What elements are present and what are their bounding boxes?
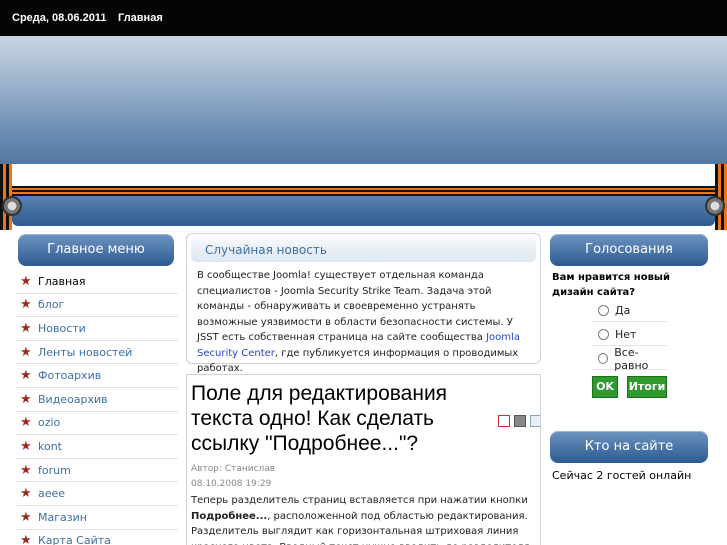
who-online-header: Кто на сайте	[550, 431, 708, 463]
header-banner	[0, 36, 727, 164]
medal-right-icon	[705, 196, 725, 216]
vote-button[interactable]: OK	[592, 376, 618, 398]
article-tools	[498, 415, 540, 429]
menu-item-kont[interactable]: ★ kont	[16, 435, 178, 459]
poll-option-label: Все-равно	[614, 345, 649, 372]
star-icon: ★	[20, 509, 32, 525]
star-icon: ★	[20, 438, 32, 454]
menu-item-forum[interactable]: ★ forum	[16, 459, 178, 483]
star-icon: ★	[20, 462, 32, 478]
menu-item-label: Магазин	[38, 510, 87, 524]
star-icon: ★	[20, 344, 32, 360]
star-icon: ★	[20, 415, 32, 431]
star-icon: ★	[20, 368, 32, 384]
menu-item-label: блог	[38, 298, 65, 312]
menu-item-newsfeeds[interactable]: ★ Ленты новостей	[16, 341, 178, 365]
who-online-text: Сейчас 2 гостей онлайн	[552, 469, 692, 482]
radio-button[interactable]	[598, 329, 609, 340]
menu-item-photo-archive[interactable]: ★ Фотоархив	[16, 364, 178, 388]
article-body-start: Теперь разделитель страниц вставляется п…	[191, 495, 528, 506]
menu-item-shop[interactable]: ★ Магазин	[16, 506, 178, 530]
random-news-text-start: В сообществе Joomla! существует отдельна…	[197, 270, 513, 343]
menu-item-label: Карта Сайта	[38, 534, 111, 545]
menu-item-blog[interactable]: ★ блог	[16, 294, 178, 318]
nav-bar	[12, 196, 715, 226]
menu-item-home[interactable]: ★ Главная	[16, 270, 178, 294]
email-icon[interactable]	[530, 415, 540, 427]
home-link[interactable]: Главная	[118, 12, 163, 24]
article-body-bold: Подробнее...	[191, 510, 268, 522]
print-icon[interactable]	[514, 415, 526, 427]
star-icon: ★	[20, 533, 32, 545]
menu-item-sitemap[interactable]: ★ Карта Сайта	[16, 530, 178, 545]
menu-item-label: forum	[38, 463, 71, 477]
menu-item-label: Фотоархив	[38, 369, 102, 383]
random-news-header: Случайная новость	[191, 238, 536, 262]
article-body: Теперь разделитель страниц вставляется п…	[191, 493, 539, 545]
poll-option-label: Да	[615, 304, 631, 317]
random-news-module: Случайная новость В сообществе Joomla! с…	[186, 233, 541, 374]
poll-option-no[interactable]: Нет	[592, 324, 668, 346]
menu-item-label: Главная	[38, 274, 86, 288]
radio-button[interactable]	[598, 353, 609, 364]
star-icon: ★	[20, 486, 32, 502]
top-bar: Среда, 08.06.2011 Главная	[0, 0, 727, 36]
main-menu-header: Главное меню	[18, 234, 174, 266]
menu-item-label: Ленты новостей	[38, 345, 133, 359]
radio-button[interactable]	[598, 305, 609, 316]
menu-item-label: ozio	[38, 416, 61, 430]
results-button[interactable]: Итоги	[627, 376, 667, 398]
poll-question: Вам нравится новый дизайн сайта?	[552, 272, 670, 298]
article-title[interactable]: Поле для редактирования текста одно! Как…	[191, 381, 481, 456]
poll-option-whatever[interactable]: Все-равно	[592, 345, 668, 372]
menu-item-ozio[interactable]: ★ ozio	[16, 412, 178, 436]
poll-option-label: Нет	[615, 328, 637, 341]
main-menu: ★ Главная ★ блог ★ Новости ★ Ленты новостей …	[16, 270, 178, 545]
article-author: Автор: Станислав	[191, 464, 276, 474]
pdf-icon[interactable]	[498, 415, 510, 427]
star-icon: ★	[20, 320, 32, 336]
menu-item-label: Видеоархив	[38, 392, 108, 406]
menu-item-label: Новости	[38, 321, 86, 335]
current-date: Среда, 08.06.2011	[12, 12, 107, 24]
menu-item-aeee[interactable]: ★ аеее	[16, 482, 178, 506]
menu-item-label: kont	[38, 439, 62, 453]
star-icon: ★	[20, 297, 32, 313]
article-date: 08.10.2008 19:29	[191, 479, 272, 489]
star-icon: ★	[20, 391, 32, 407]
star-icon: ★	[20, 273, 32, 289]
menu-item-news[interactable]: ★ Новости	[16, 317, 178, 341]
random-news-text: В сообществе Joomla! существует отдельна…	[197, 268, 533, 377]
menu-item-video-archive[interactable]: ★ Видеоархив	[16, 388, 178, 412]
medal-left-icon	[2, 196, 22, 216]
menu-item-label: аеее	[38, 487, 66, 501]
poll-option-yes[interactable]: Да	[592, 300, 668, 322]
poll-header: Голосования	[550, 234, 708, 266]
article: Поле для редактирования текста одно! Как…	[186, 374, 541, 545]
